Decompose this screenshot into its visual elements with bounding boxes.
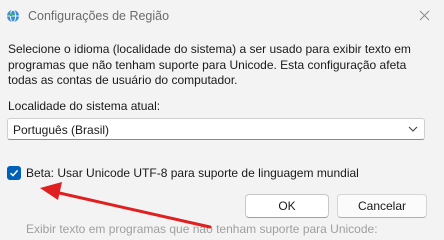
utf8-option-row[interactable]: Beta: Usar Unicode UTF-8 para suporte de… xyxy=(7,165,359,181)
cancel-button[interactable]: Cancelar xyxy=(337,194,427,218)
description-text: Selecione o idioma (localidade do sistem… xyxy=(8,42,411,87)
background-window-text: Exibir texto em programas que não tenham… xyxy=(26,222,378,236)
close-button[interactable] xyxy=(404,0,444,30)
region-settings-dialog: Configurações de Região Selecione o idio… xyxy=(0,0,444,236)
globe-icon xyxy=(7,9,19,23)
close-icon xyxy=(419,10,429,20)
utf8-checkbox-label[interactable]: Beta: Usar Unicode UTF-8 para suporte de… xyxy=(26,166,359,180)
system-locale-select[interactable]: Português (Brasil) xyxy=(7,118,425,140)
window-title: Configurações de Região xyxy=(28,9,170,23)
locale-selected-value: Português (Brasil) xyxy=(13,123,110,137)
chevron-down-icon xyxy=(408,126,418,132)
locale-label: Localidade do sistema atual: xyxy=(8,99,161,113)
title-bar: Configurações de Região xyxy=(0,0,444,34)
ok-button[interactable]: OK xyxy=(245,194,329,218)
utf8-checkbox[interactable] xyxy=(7,166,21,180)
checkmark-icon xyxy=(9,169,19,177)
dialog-content: Selecione o idioma (localidade do sistem… xyxy=(0,34,444,236)
